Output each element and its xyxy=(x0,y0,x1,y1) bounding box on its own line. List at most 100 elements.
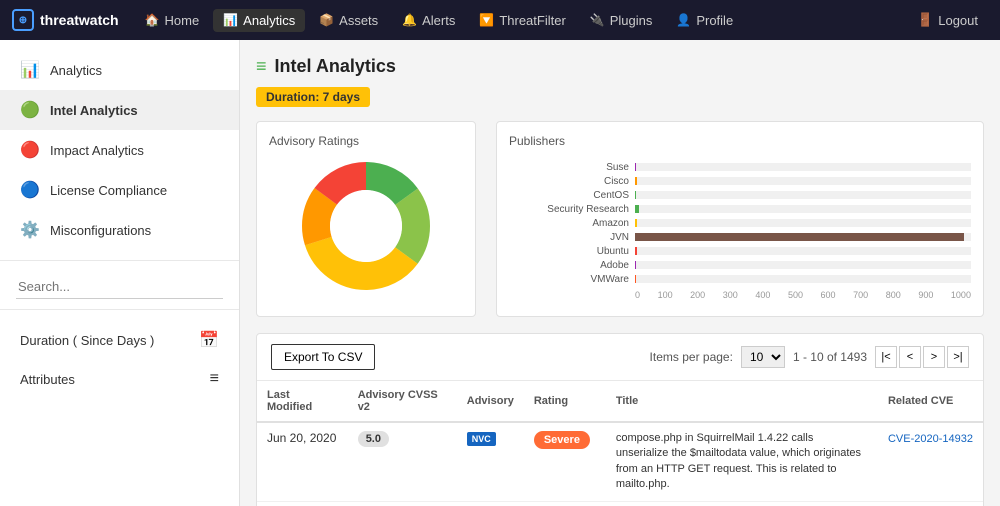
brand-name: threatwatch xyxy=(40,12,119,28)
nav-threatfilter[interactable]: 🔽 ThreatFilter xyxy=(469,9,575,32)
attributes-filter[interactable]: Attributes ≡ xyxy=(0,360,239,398)
table-header: Last Modified Advisory CVSS v2 Advisory … xyxy=(257,381,983,422)
cell-advisory: NVC xyxy=(457,422,524,501)
page-title-text: Intel Analytics xyxy=(275,56,396,77)
nav-profile[interactable]: 👤 Profile xyxy=(666,9,743,32)
bar-label: Cisco xyxy=(509,176,629,187)
nav-plugins-label: Plugins xyxy=(610,13,653,28)
bar-row: VMWare xyxy=(509,272,971,286)
nav-plugins[interactable]: 🔌 Plugins xyxy=(580,9,663,32)
bar-chart-rows: Suse Cisco CentOS Security Research Amaz… xyxy=(509,160,971,286)
cvss-badge: 5.0 xyxy=(358,431,389,447)
nav-assets[interactable]: 📦 Assets xyxy=(309,9,388,32)
topnav: ⊕ threatwatch 🏠 Home 📊 Analytics 📦 Asset… xyxy=(0,0,1000,40)
col-title: Title xyxy=(606,381,878,422)
rating-badge: Severe xyxy=(534,431,590,449)
bar-label: Suse xyxy=(509,162,629,173)
bar-track xyxy=(635,219,971,227)
duration-badge: Duration: 7 days xyxy=(256,87,370,107)
nav-assets-label: Assets xyxy=(339,13,378,28)
calendar-icon: 📅 xyxy=(199,330,219,350)
attributes-filter-label: Attributes xyxy=(20,372,75,387)
bar-fill xyxy=(635,177,637,185)
sidebar-item-impact-analytics[interactable]: 🔴 Impact Analytics xyxy=(0,130,239,170)
bar-track xyxy=(635,191,971,199)
duration-filter[interactable]: Duration ( Since Days ) 📅 xyxy=(0,320,239,360)
first-page-button[interactable]: |< xyxy=(875,346,897,368)
cve-link[interactable]: CVE-2020-14932 xyxy=(888,433,973,445)
bar-track xyxy=(635,261,971,269)
charts-row: Advisory Ratings xyxy=(256,121,984,317)
bar-track xyxy=(635,247,971,255)
bar-row: Suse xyxy=(509,160,971,174)
filter-icon: ≡ xyxy=(210,370,219,388)
nav-threatfilter-label: ThreatFilter xyxy=(499,13,565,28)
brand: ⊕ threatwatch xyxy=(12,9,119,31)
cell-cvss: 0.0 xyxy=(348,501,457,506)
profile-icon: 👤 xyxy=(676,13,691,27)
sidebar-impact-analytics-label: Impact Analytics xyxy=(50,143,144,158)
table-row: Jun 20, 2020 0.0 NVC Awaited compose.php… xyxy=(257,501,983,506)
pagination-controls: |< < > >| xyxy=(875,346,969,368)
bar-fill xyxy=(635,163,636,171)
assets-icon: 📦 xyxy=(319,13,334,27)
nav-home[interactable]: 🏠 Home xyxy=(135,9,210,32)
bar-label: Ubuntu xyxy=(509,246,629,257)
sidebar-analytics-label: Analytics xyxy=(50,63,102,78)
bar-fill xyxy=(635,219,637,227)
sidebar-intel-analytics-label: Intel Analytics xyxy=(50,103,138,118)
bar-row: CentOS xyxy=(509,188,971,202)
bar-label: Security Research xyxy=(509,204,629,215)
page-title: ≡ Intel Analytics xyxy=(256,56,984,77)
bar-chart-title: Publishers xyxy=(509,134,971,148)
license-compliance-icon: 🔵 xyxy=(20,180,40,200)
nav-analytics-label: Analytics xyxy=(243,13,295,28)
pagination-range: 1 - 10 of 1493 xyxy=(793,350,867,364)
last-page-button[interactable]: >| xyxy=(947,346,969,368)
next-page-button[interactable]: > xyxy=(923,346,945,368)
bar-label: Amazon xyxy=(509,218,629,229)
logout-button[interactable]: 🚪 Logout xyxy=(907,8,988,32)
export-csv-button[interactable]: Export To CSV xyxy=(271,344,375,370)
nav-alerts-label: Alerts xyxy=(422,13,455,28)
pagination-info: Items per page: 10 25 50 1 - 10 of 1493 … xyxy=(650,346,969,368)
bar-track xyxy=(635,275,971,283)
items-per-page-label: Items per page: xyxy=(650,350,733,364)
bar-row: Cisco xyxy=(509,174,971,188)
col-last-modified: Last Modified xyxy=(257,381,348,422)
bar-fill xyxy=(635,205,639,213)
nav-analytics[interactable]: 📊 Analytics xyxy=(213,9,305,32)
logout-label: Logout xyxy=(938,13,978,28)
cell-rating: Awaited xyxy=(524,501,606,506)
prev-page-button[interactable]: < xyxy=(899,346,921,368)
bar-label: Adobe xyxy=(509,260,629,271)
bar-fill xyxy=(635,191,636,199)
table-body: Jun 20, 2020 5.0 NVC Severe compose.php … xyxy=(257,422,983,506)
brand-icon: ⊕ xyxy=(12,9,34,31)
bar-axis: 0 100 200 300 400 500 600 700 800 900 10… xyxy=(509,290,971,300)
items-per-page-select[interactable]: 10 25 50 xyxy=(741,346,785,368)
threatfilter-icon: 🔽 xyxy=(479,13,494,27)
sidebar-item-analytics[interactable]: 📊 Analytics xyxy=(0,50,239,90)
nav-alerts[interactable]: 🔔 Alerts xyxy=(392,9,465,32)
home-icon: 🏠 xyxy=(145,13,160,27)
bar-fill xyxy=(635,247,637,255)
sidebar-misconfigurations-label: Misconfigurations xyxy=(50,223,151,238)
sidebar-item-intel-analytics[interactable]: 🟢 Intel Analytics xyxy=(0,90,239,130)
search-input[interactable] xyxy=(16,275,223,299)
bar-row: Amazon xyxy=(509,216,971,230)
main-content: ≡ Intel Analytics Duration: 7 days Advis… xyxy=(240,40,1000,506)
cell-cve: CVE-2020-14932 xyxy=(878,422,983,501)
alerts-icon: 🔔 xyxy=(402,13,417,27)
analytics-sidebar-icon: 📊 xyxy=(20,60,40,80)
main-layout: 📊 Analytics 🟢 Intel Analytics 🔴 Impact A… xyxy=(0,40,1000,506)
sidebar-item-misconfigurations[interactable]: ⚙️ Misconfigurations xyxy=(0,210,239,250)
bar-fill xyxy=(635,275,636,283)
sidebar-license-label: License Compliance xyxy=(50,183,167,198)
table-toolbar: Export To CSV Items per page: 10 25 50 1… xyxy=(257,334,983,381)
cell-date: Jun 20, 2020 xyxy=(257,501,348,506)
sidebar-item-license-compliance[interactable]: 🔵 License Compliance xyxy=(0,170,239,210)
misconfigurations-icon: ⚙️ xyxy=(20,220,40,240)
sidebar-nav-section: 📊 Analytics 🟢 Intel Analytics 🔴 Impact A… xyxy=(0,40,239,261)
cell-rating: Severe xyxy=(524,422,606,501)
